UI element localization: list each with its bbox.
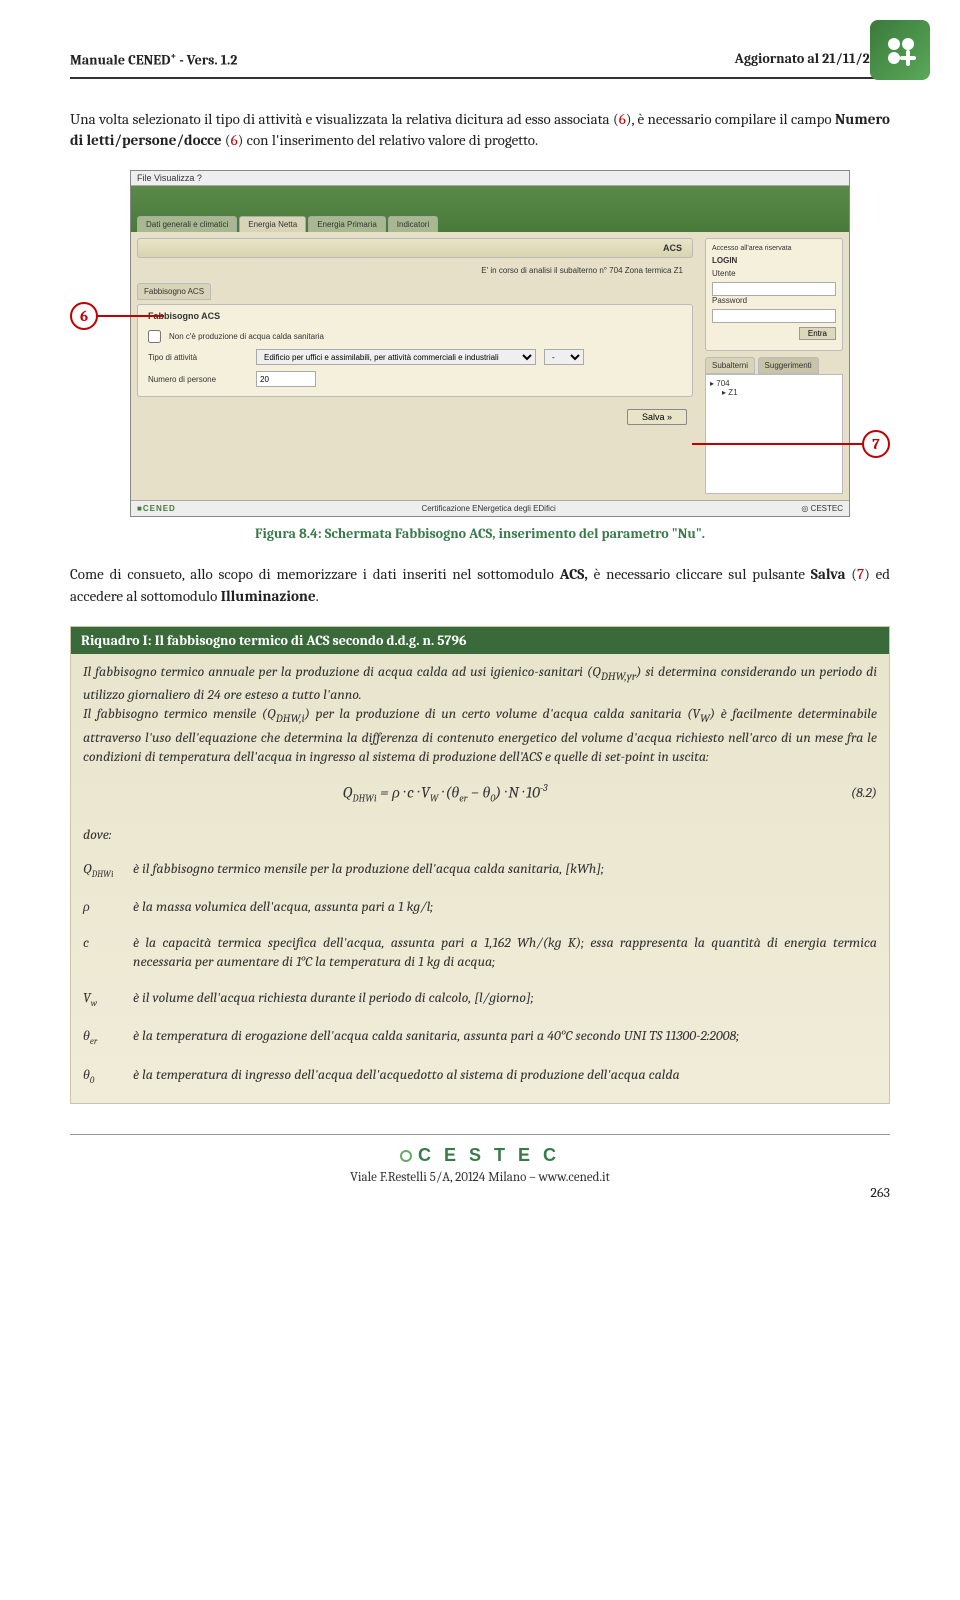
def-vw: Vw è il volume dell'acqua richiesta dura… <box>83 980 877 1018</box>
acs-header: ACS <box>137 238 693 258</box>
tipo-attivita-select[interactable]: Edificio per uffici e assimilabili, per … <box>256 349 536 365</box>
footer-address: Viale F.Restelli 5/A, 20124 Milano – www… <box>350 1170 610 1185</box>
callout-7: 7 <box>862 430 890 458</box>
callout-6-line <box>98 315 164 317</box>
numero-persone-label: Numero di persone <box>148 375 248 384</box>
tab-energia-primaria[interactable]: Energia Primaria <box>308 216 386 232</box>
app-header-bar: Dati generali e climatici Energia Netta … <box>131 186 849 232</box>
app-menubar[interactable]: File Visualizza ? <box>131 171 849 186</box>
def-theta-0: θ0 è la temperatura di ingresso dell'acq… <box>83 1057 877 1095</box>
entra-button[interactable]: Entra <box>799 327 836 340</box>
def-theta-er: θer è la temperatura di erogazione dell'… <box>83 1018 877 1056</box>
password-input[interactable] <box>712 309 836 323</box>
tipo-attivita-select2[interactable]: - <box>544 349 584 365</box>
footer-cestec: ◎ CESTEC <box>801 504 843 513</box>
left-subtab[interactable]: Fabbisogno ACS <box>137 283 211 300</box>
page-number: 263 <box>870 1184 890 1201</box>
tab-energia-netta[interactable]: Energia Netta <box>239 216 306 232</box>
no-acs-checkbox[interactable] <box>148 330 161 343</box>
brand-logo <box>870 20 930 80</box>
sidetab-suggerimenti[interactable]: Suggerimenti <box>758 357 819 374</box>
header-rule <box>70 77 890 79</box>
no-acs-label: Non c'è produzione di acqua calda sanita… <box>169 332 324 341</box>
utente-input[interactable] <box>712 282 836 296</box>
fabbisogno-panel: Fabbisogno ACS Non c'è produzione di acq… <box>137 304 693 397</box>
callout-7-line <box>692 443 862 445</box>
figure-caption: Figura 8.4: Schermata Fabbisogno ACS, in… <box>70 525 890 542</box>
footer-center-text: Certificazione ENergetica degli EDifici <box>421 504 555 513</box>
salva-button[interactable]: Salva » <box>627 409 687 425</box>
equation-8-2: QDHWi = ρ · c · VW · (θer − θ0) · N · 10… <box>83 781 807 806</box>
tab-indicatori[interactable]: Indicatori <box>388 216 438 232</box>
login-panel: Accesso all'area riservata LOGIN Utente … <box>705 238 843 351</box>
app-screenshot: File Visualizza ? Dati generali e climat… <box>130 170 850 517</box>
equation-number: (8.2) <box>807 783 877 803</box>
callout-6: 6 <box>70 302 98 330</box>
subalterni-tree[interactable]: ▸ 704 ▸ Z1 <box>705 374 843 494</box>
tipo-attivita-label: Tipo di attività <box>148 353 248 362</box>
panel-title: Fabbisogno ACS <box>148 311 682 321</box>
footer-cened-logo: ■CENED <box>137 504 176 513</box>
paragraph-1: Una volta selezionato il tipo di attivit… <box>70 109 890 153</box>
doc-title: Manuale CENED+ - Vers. 1.2 <box>70 50 237 69</box>
def-c: c è la capacità termica specifica dell'a… <box>83 925 877 980</box>
figure-8-4: 6 7 File Visualizza ? Dati generali e cl… <box>70 170 890 517</box>
riquadro-header: Riquadro I: Il fabbisogno termico di ACS… <box>71 627 889 654</box>
numero-persone-input[interactable] <box>256 371 316 387</box>
tab-dati-generali[interactable]: Dati generali e climatici <box>137 216 237 232</box>
paragraph-2: Come di consueto, allo scopo di memorizz… <box>70 564 890 608</box>
cestec-logo: C E S T E C <box>400 1145 560 1166</box>
def-rho: ρ è la massa volumica dell'acqua, assunt… <box>83 889 877 925</box>
sidetab-subalterni[interactable]: Subalterni <box>705 357 755 374</box>
doc-date: Aggiornato al 21/11/2011 <box>735 50 890 67</box>
dove-label: dove: <box>83 825 877 845</box>
status-line: E' in corso di analisi il subalterno n° … <box>137 262 693 279</box>
riquadro-i: Riquadro I: Il fabbisogno termico di ACS… <box>70 626 890 1104</box>
def-q-dhwi: QDHWi è il fabbisogno termico mensile pe… <box>83 851 877 889</box>
